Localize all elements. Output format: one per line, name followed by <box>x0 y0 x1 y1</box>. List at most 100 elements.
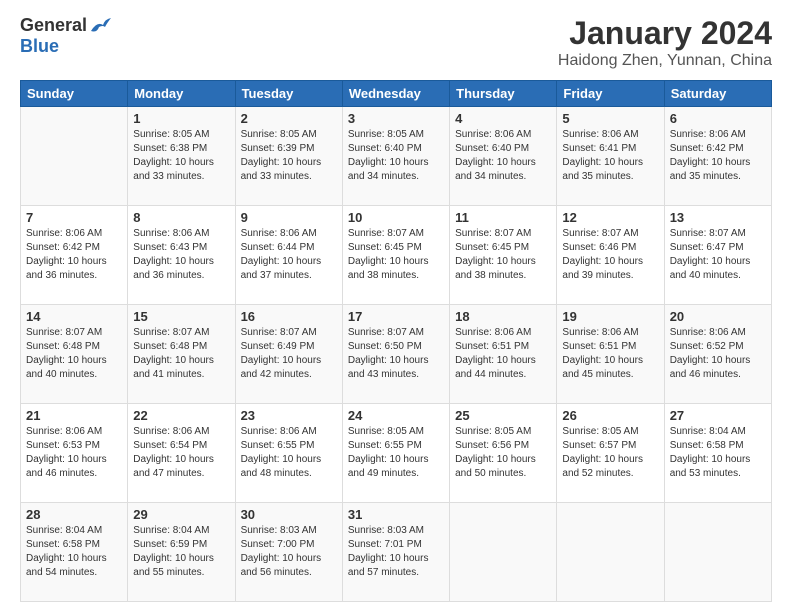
main-title: January 2024 <box>558 15 772 52</box>
cell-info: Sunrise: 8:07 AM Sunset: 6:48 PM Dayligh… <box>133 326 229 382</box>
day-number: 15 <box>133 309 229 324</box>
day-number: 7 <box>26 210 122 225</box>
day-number: 24 <box>348 408 444 423</box>
cell-info: Sunrise: 8:05 AM Sunset: 6:57 PM Dayligh… <box>562 425 658 481</box>
calendar-cell: 12 Sunrise: 8:07 AM Sunset: 6:46 PM Dayli… <box>557 206 664 305</box>
calendar-header-row: SundayMondayTuesdayWednesdayThursdayFrid… <box>21 81 772 107</box>
calendar-cell: 11 Sunrise: 8:07 AM Sunset: 6:45 PM Dayli… <box>450 206 557 305</box>
calendar-cell: 22 Sunrise: 8:06 AM Sunset: 6:54 PM Dayli… <box>128 404 235 503</box>
calendar-cell: 27 Sunrise: 8:04 AM Sunset: 6:58 PM Dayli… <box>664 404 771 503</box>
day-number: 31 <box>348 507 444 522</box>
day-number: 16 <box>241 309 337 324</box>
calendar-cell <box>21 107 128 206</box>
calendar-cell: 7 Sunrise: 8:06 AM Sunset: 6:42 PM Daylig… <box>21 206 128 305</box>
cell-info: Sunrise: 8:06 AM Sunset: 6:53 PM Dayligh… <box>26 425 122 481</box>
cell-info: Sunrise: 8:03 AM Sunset: 7:01 PM Dayligh… <box>348 524 444 580</box>
day-number: 6 <box>670 111 766 126</box>
calendar-cell: 8 Sunrise: 8:06 AM Sunset: 6:43 PM Daylig… <box>128 206 235 305</box>
logo-bird-icon <box>89 17 111 35</box>
calendar-week-row: 28Sunrise: 8:04 AM Sunset: 6:58 PM Dayli… <box>21 503 772 602</box>
cell-info: Sunrise: 8:07 AM Sunset: 6:45 PM Dayligh… <box>348 227 444 283</box>
logo-blue-text: Blue <box>20 36 59 57</box>
cell-info: Sunrise: 8:06 AM Sunset: 6:42 PM Dayligh… <box>670 128 766 184</box>
calendar-cell: 17Sunrise: 8:07 AM Sunset: 6:50 PM Dayli… <box>342 305 449 404</box>
cell-info: Sunrise: 8:06 AM Sunset: 6:55 PM Dayligh… <box>241 425 337 481</box>
cell-info: Sunrise: 8:07 AM Sunset: 6:45 PM Dayligh… <box>455 227 551 283</box>
day-number: 18 <box>455 309 551 324</box>
calendar-cell <box>450 503 557 602</box>
calendar-cell: 3 Sunrise: 8:05 AM Sunset: 6:40 PM Daylig… <box>342 107 449 206</box>
calendar-cell: 26 Sunrise: 8:05 AM Sunset: 6:57 PM Dayli… <box>557 404 664 503</box>
cell-info: Sunrise: 8:06 AM Sunset: 6:40 PM Dayligh… <box>455 128 551 184</box>
cell-info: Sunrise: 8:07 AM Sunset: 6:46 PM Dayligh… <box>562 227 658 283</box>
title-section: January 2024 Haidong Zhen, Yunnan, China <box>558 15 772 70</box>
day-number: 19 <box>562 309 658 324</box>
calendar-day-header: Friday <box>557 81 664 107</box>
day-number: 20 <box>670 309 766 324</box>
cell-info: Sunrise: 8:06 AM Sunset: 6:43 PM Dayligh… <box>133 227 229 283</box>
cell-info: Sunrise: 8:04 AM Sunset: 6:58 PM Dayligh… <box>670 425 766 481</box>
day-number: 1 <box>133 111 229 126</box>
cell-info: Sunrise: 8:06 AM Sunset: 6:51 PM Dayligh… <box>455 326 551 382</box>
calendar-cell: 4Sunrise: 8:06 AM Sunset: 6:40 PM Daylig… <box>450 107 557 206</box>
calendar-day-header: Monday <box>128 81 235 107</box>
calendar-cell <box>664 503 771 602</box>
cell-info: Sunrise: 8:05 AM Sunset: 6:38 PM Dayligh… <box>133 128 229 184</box>
calendar-cell: 25Sunrise: 8:05 AM Sunset: 6:56 PM Dayli… <box>450 404 557 503</box>
cell-info: Sunrise: 8:04 AM Sunset: 6:58 PM Dayligh… <box>26 524 122 580</box>
cell-info: Sunrise: 8:04 AM Sunset: 6:59 PM Dayligh… <box>133 524 229 580</box>
calendar-day-header: Tuesday <box>235 81 342 107</box>
calendar-cell: 23Sunrise: 8:06 AM Sunset: 6:55 PM Dayli… <box>235 404 342 503</box>
calendar-day-header: Thursday <box>450 81 557 107</box>
calendar-day-header: Wednesday <box>342 81 449 107</box>
day-number: 17 <box>348 309 444 324</box>
calendar-week-row: 1 Sunrise: 8:05 AM Sunset: 6:38 PM Daylig… <box>21 107 772 206</box>
calendar-cell: 2Sunrise: 8:05 AM Sunset: 6:39 PM Daylig… <box>235 107 342 206</box>
page: General Blue January 2024 Haidong Zhen, … <box>0 0 792 612</box>
calendar-cell: 18 Sunrise: 8:06 AM Sunset: 6:51 PM Dayli… <box>450 305 557 404</box>
calendar-week-row: 7 Sunrise: 8:06 AM Sunset: 6:42 PM Daylig… <box>21 206 772 305</box>
calendar-cell: 28Sunrise: 8:04 AM Sunset: 6:58 PM Dayli… <box>21 503 128 602</box>
subtitle: Haidong Zhen, Yunnan, China <box>558 52 772 70</box>
cell-info: Sunrise: 8:06 AM Sunset: 6:54 PM Dayligh… <box>133 425 229 481</box>
cell-info: Sunrise: 8:07 AM Sunset: 6:49 PM Dayligh… <box>241 326 337 382</box>
cell-info: Sunrise: 8:07 AM Sunset: 6:47 PM Dayligh… <box>670 227 766 283</box>
calendar-cell: 9 Sunrise: 8:06 AM Sunset: 6:44 PM Daylig… <box>235 206 342 305</box>
calendar-cell: 31 Sunrise: 8:03 AM Sunset: 7:01 PM Dayli… <box>342 503 449 602</box>
calendar-cell: 30Sunrise: 8:03 AM Sunset: 7:00 PM Dayli… <box>235 503 342 602</box>
cell-info: Sunrise: 8:06 AM Sunset: 6:41 PM Dayligh… <box>562 128 658 184</box>
cell-info: Sunrise: 8:06 AM Sunset: 6:44 PM Dayligh… <box>241 227 337 283</box>
header: General Blue January 2024 Haidong Zhen, … <box>20 15 772 70</box>
day-number: 22 <box>133 408 229 423</box>
day-number: 29 <box>133 507 229 522</box>
calendar-day-header: Saturday <box>664 81 771 107</box>
day-number: 12 <box>562 210 658 225</box>
calendar-cell: 21 Sunrise: 8:06 AM Sunset: 6:53 PM Dayli… <box>21 404 128 503</box>
logo-general-text: General <box>20 15 87 36</box>
day-number: 26 <box>562 408 658 423</box>
calendar-cell: 1 Sunrise: 8:05 AM Sunset: 6:38 PM Daylig… <box>128 107 235 206</box>
day-number: 27 <box>670 408 766 423</box>
day-number: 8 <box>133 210 229 225</box>
calendar-cell: 20 Sunrise: 8:06 AM Sunset: 6:52 PM Dayli… <box>664 305 771 404</box>
calendar-week-row: 14 Sunrise: 8:07 AM Sunset: 6:48 PM Dayli… <box>21 305 772 404</box>
calendar-week-row: 21 Sunrise: 8:06 AM Sunset: 6:53 PM Dayli… <box>21 404 772 503</box>
day-number: 9 <box>241 210 337 225</box>
day-number: 5 <box>562 111 658 126</box>
logo: General Blue <box>20 15 111 57</box>
day-number: 14 <box>26 309 122 324</box>
calendar-cell <box>557 503 664 602</box>
day-number: 3 <box>348 111 444 126</box>
calendar-cell: 19Sunrise: 8:06 AM Sunset: 6:51 PM Dayli… <box>557 305 664 404</box>
calendar-table: SundayMondayTuesdayWednesdayThursdayFrid… <box>20 80 772 602</box>
cell-info: Sunrise: 8:03 AM Sunset: 7:00 PM Dayligh… <box>241 524 337 580</box>
day-number: 11 <box>455 210 551 225</box>
day-number: 21 <box>26 408 122 423</box>
day-number: 13 <box>670 210 766 225</box>
cell-info: Sunrise: 8:06 AM Sunset: 6:42 PM Dayligh… <box>26 227 122 283</box>
calendar-cell: 29 Sunrise: 8:04 AM Sunset: 6:59 PM Dayli… <box>128 503 235 602</box>
cell-info: Sunrise: 8:05 AM Sunset: 6:56 PM Dayligh… <box>455 425 551 481</box>
cell-info: Sunrise: 8:06 AM Sunset: 6:52 PM Dayligh… <box>670 326 766 382</box>
calendar-cell: 13 Sunrise: 8:07 AM Sunset: 6:47 PM Dayli… <box>664 206 771 305</box>
cell-info: Sunrise: 8:05 AM Sunset: 6:40 PM Dayligh… <box>348 128 444 184</box>
